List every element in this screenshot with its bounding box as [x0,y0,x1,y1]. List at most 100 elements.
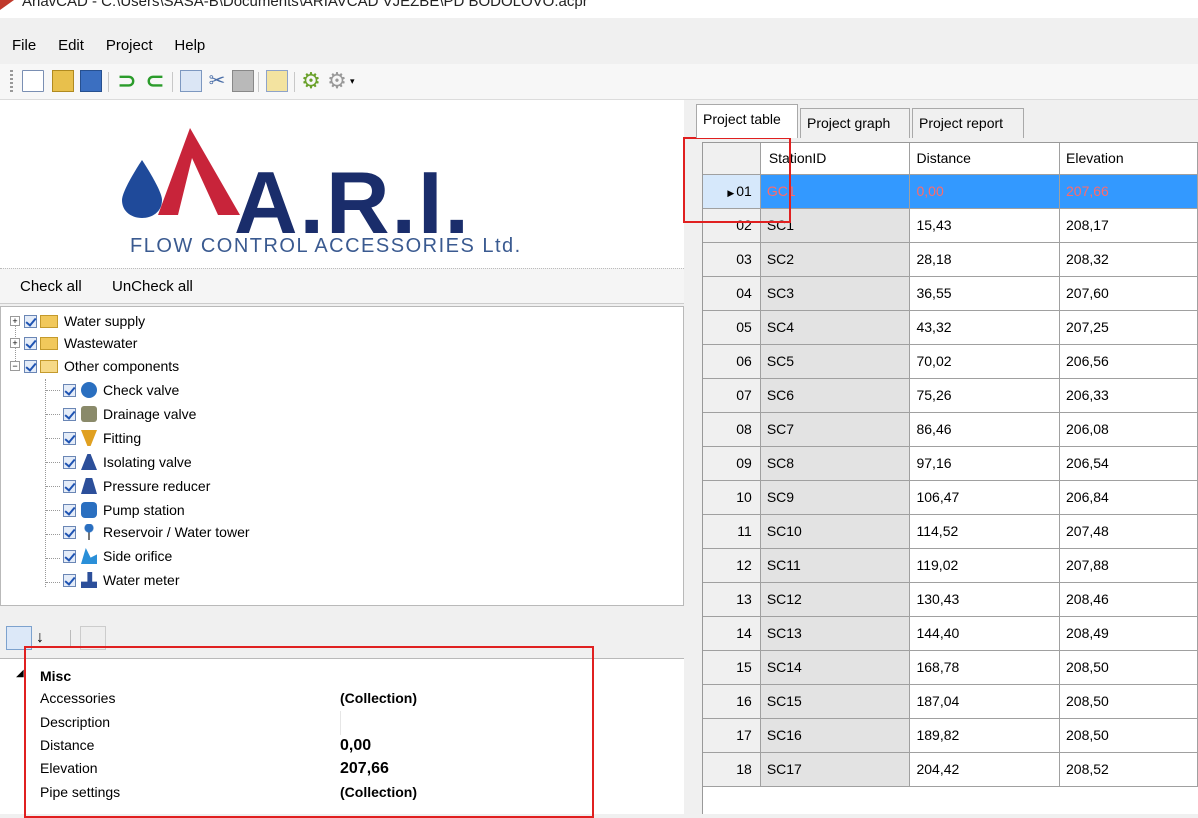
cell-distance[interactable]: 28,18 [909,242,1061,277]
cell-stationid[interactable]: SC14 [760,650,911,685]
property-row[interactable]: Accessories (Collection) [0,687,684,711]
cell-stationid[interactable]: SC1 [760,208,911,243]
cell-elevation[interactable]: 207,88 [1059,548,1198,583]
open-icon[interactable] [52,70,74,92]
row-header[interactable]: 07 [703,378,761,413]
cell-elevation[interactable]: 207,25 [1059,310,1198,345]
tree-item-side-orifice[interactable]: Side orifice [63,545,172,567]
table-row[interactable]: 07 SC6 75,26 206,33 [703,378,1198,413]
cell-distance[interactable]: 15,43 [909,208,1061,243]
tree-checkbox[interactable] [63,455,76,469]
cell-stationid[interactable]: GC1 [760,174,911,209]
collapse-icon[interactable]: ◢ [16,668,24,679]
row-header[interactable]: 12 [703,548,761,583]
cell-distance[interactable]: 119,02 [909,548,1061,583]
cell-distance[interactable]: 204,42 [909,752,1061,787]
copy-icon[interactable] [180,70,202,92]
check-all-button[interactable]: Check all [20,278,82,295]
cell-elevation[interactable]: 207,48 [1059,514,1198,549]
cell-stationid[interactable]: SC16 [760,718,911,753]
expand-icon[interactable]: + [10,338,20,348]
property-category[interactable]: ◢ Misc [0,665,684,689]
tree-item-other-components[interactable]: − Other components [10,355,179,377]
cell-elevation[interactable]: 206,54 [1059,446,1198,481]
cell-elevation[interactable]: 208,32 [1059,242,1198,277]
cell-stationid[interactable]: SC15 [760,684,911,719]
row-header-corner[interactable] [703,143,761,175]
tree-item-fitting[interactable]: Fitting [63,427,141,449]
properties-icon[interactable] [266,70,288,92]
table-row[interactable]: 09 SC8 97,16 206,54 [703,446,1198,481]
redo-icon[interactable]: ⊂ [144,70,166,92]
cell-elevation[interactable]: 208,49 [1059,616,1198,651]
tree-item-check-valve[interactable]: Check valve [63,379,179,401]
panel-splitter[interactable] [684,100,694,814]
cell-stationid[interactable]: SC11 [760,548,911,583]
cell-elevation[interactable]: 208,50 [1059,650,1198,685]
cell-stationid[interactable]: SC17 [760,752,911,787]
cell-distance[interactable]: 43,32 [909,310,1061,345]
cell-elevation[interactable]: 206,56 [1059,344,1198,379]
menu-help[interactable]: Help [174,33,205,59]
table-row[interactable]: 15 SC14 168,78 208,50 [703,650,1198,685]
cell-stationid[interactable]: SC12 [760,582,911,617]
cell-stationid[interactable]: SC7 [760,412,911,447]
table-row[interactable]: ▶ 01 GC1 0,00 207,66 [703,174,1198,209]
tree-checkbox[interactable] [63,431,76,445]
cell-distance[interactable]: 86,46 [909,412,1061,447]
row-header[interactable]: 08 [703,412,761,447]
row-header[interactable]: 13 [703,582,761,617]
cell-distance[interactable]: 189,82 [909,718,1061,753]
row-header[interactable]: 06 [703,344,761,379]
expand-icon[interactable]: + [10,316,20,326]
column-header-distance[interactable]: Distance [909,143,1061,175]
cell-elevation[interactable]: 207,66 [1059,174,1198,209]
menu-edit[interactable]: Edit [58,33,84,59]
tree-checkbox[interactable] [63,525,76,539]
tree-checkbox[interactable] [63,573,76,587]
cell-elevation[interactable]: 208,46 [1059,582,1198,617]
cell-stationid[interactable]: SC9 [760,480,911,515]
cell-distance[interactable]: 70,02 [909,344,1061,379]
tree-item-pump-station[interactable]: Pump station [63,499,185,521]
property-row[interactable]: Distance 0,00 [0,734,684,758]
tree-item-water-supply[interactable]: + Water supply [10,310,145,332]
cell-elevation[interactable]: 206,84 [1059,480,1198,515]
row-header[interactable]: 14 [703,616,761,651]
tree-item-water-meter[interactable]: Water meter [63,569,180,591]
tab-project-graph[interactable]: Project graph [800,108,910,138]
cell-stationid[interactable]: SC13 [760,616,911,651]
settings-icon[interactable]: ⚙ [300,70,322,92]
chevron-down-icon[interactable]: ▾ [350,76,355,87]
cut-icon[interactable]: ✂ [206,70,228,92]
menu-project[interactable]: Project [106,33,153,59]
tree-checkbox[interactable] [63,407,76,421]
cell-distance[interactable]: 187,04 [909,684,1061,719]
tab-project-report[interactable]: Project report [912,108,1024,138]
menu-file[interactable]: File [12,33,36,59]
table-row[interactable]: 08 SC7 86,46 206,08 [703,412,1198,447]
tree-checkbox[interactable] [24,336,37,350]
cell-stationid[interactable]: SC3 [760,276,911,311]
cell-distance[interactable]: 130,43 [909,582,1061,617]
tree-item-pressure-reducer[interactable]: Pressure reducer [63,475,210,497]
property-value[interactable]: (Collection) [340,784,417,800]
column-header-stationid[interactable]: StationID [760,143,911,175]
tree-item-drainage-valve[interactable]: Drainage valve [63,403,196,425]
table-row[interactable]: 04 SC3 36,55 207,60 [703,276,1198,311]
table-row[interactable]: 02 SC1 15,43 208,17 [703,208,1198,243]
table-row[interactable]: 13 SC12 130,43 208,46 [703,582,1198,617]
table-row[interactable]: 16 SC15 187,04 208,50 [703,684,1198,719]
row-header[interactable]: ▶ 01 [703,174,761,209]
cell-elevation[interactable]: 206,33 [1059,378,1198,413]
cell-stationid[interactable]: SC10 [760,514,911,549]
row-header[interactable]: 15 [703,650,761,685]
tree-item-isolating-valve[interactable]: Isolating valve [63,451,192,473]
row-header[interactable]: 05 [703,310,761,345]
tree-checkbox[interactable] [63,549,76,563]
cell-stationid[interactable]: SC6 [760,378,911,413]
table-row[interactable]: 12 SC11 119,02 207,88 [703,548,1198,583]
cell-elevation[interactable]: 206,08 [1059,412,1198,447]
tree-checkbox[interactable] [63,479,76,493]
tab-project-table[interactable]: Project table [696,104,798,138]
